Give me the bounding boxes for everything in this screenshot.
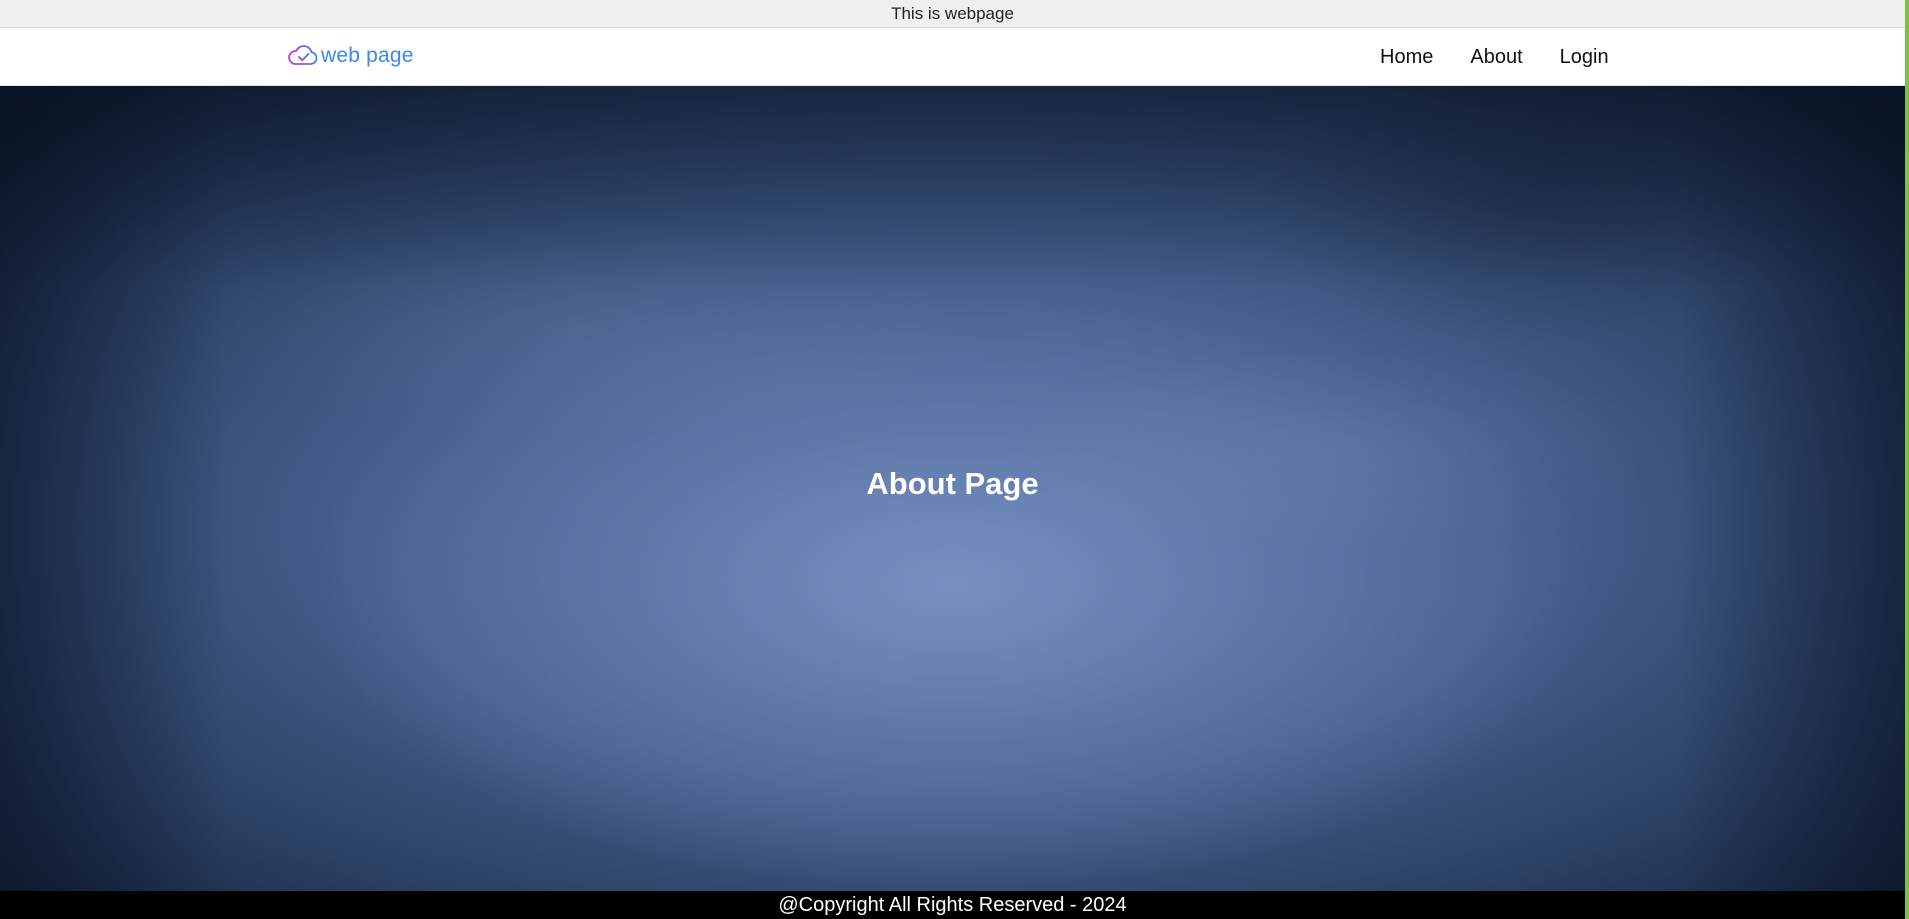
top-banner-text: This is webpage [891, 3, 1014, 23]
page-title: About Page [866, 465, 1039, 501]
nav-link-home[interactable]: Home [1380, 46, 1433, 69]
copyright-text: @Copyright All Rights Reserved - 2024 [778, 893, 1127, 916]
brand-logo-link[interactable]: web page [287, 41, 414, 71]
navbar: web page Home About Login [0, 28, 1905, 86]
nav-link-about[interactable]: About [1470, 46, 1522, 69]
hero-section: About Page [0, 86, 1905, 891]
scrollbar-strip [1905, 0, 1909, 919]
nav-links: Home About Login [1380, 28, 1609, 86]
brand-name: web page [321, 44, 414, 67]
page: This is webpage web page Home About Logi… [0, 0, 1909, 919]
top-banner: This is webpage [0, 0, 1905, 28]
footer: @Copyright All Rights Reserved - 2024 [0, 891, 1905, 919]
nav-link-login[interactable]: Login [1560, 46, 1609, 69]
cloud-check-icon [287, 45, 319, 67]
